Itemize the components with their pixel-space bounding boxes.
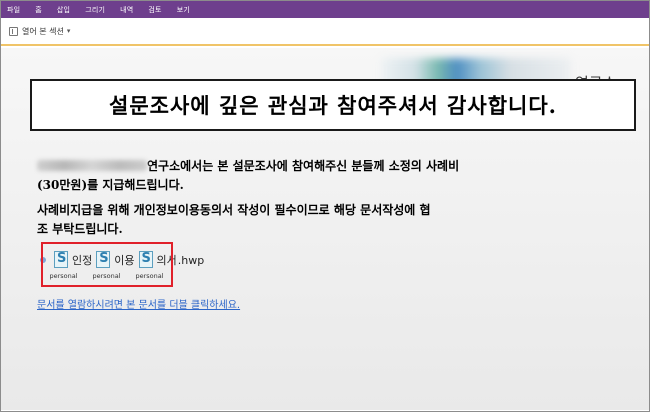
section-toolbar: 열어 본 섹션 ▾ (1, 18, 649, 46)
menu-draw[interactable]: 그리기 (85, 5, 105, 15)
menu-file[interactable]: 파일 (7, 5, 20, 15)
open-document-link[interactable]: 문서를 열람하시려면 본 문서를 더블 클릭하세요. (37, 296, 240, 311)
menu-history[interactable]: 내역 (120, 5, 133, 15)
filename-extension: .hwp (177, 253, 205, 267)
menu-insert[interactable]: 삽입 (57, 5, 70, 15)
chevron-down-icon[interactable]: ▾ (67, 27, 71, 35)
menu-review[interactable]: 검토 (148, 5, 161, 15)
redacted-org-name (37, 160, 147, 171)
ribbon-menu-bar: 파일 홈 삽입 그리기 내역 검토 보기 (1, 1, 649, 18)
notebook-icon (9, 26, 18, 36)
menu-home[interactable]: 홈 (35, 5, 42, 15)
menu-view[interactable]: 보기 (177, 5, 190, 15)
para1-line2: (30만원)를 지급해드립니다. (37, 178, 184, 192)
attachment-highlight-box (41, 242, 173, 287)
opened-sections-dropdown[interactable]: 열어 본 섹션 (22, 26, 64, 37)
paragraph-1: 연구소에서는 본 설문조사에 참여해주신 분들께 소정의 사례비 (30만원)를… (37, 157, 632, 195)
para2-line2: 조 부탁드립니다. (37, 222, 123, 236)
para2-line1: 사례비지급을 위해 개인정보이용동의서 작성이 필수이므로 해당 문서작성에 협 (37, 203, 431, 217)
banner-title: 설문조사에 깊은 관심과 참여주셔서 감사합니다. (109, 93, 557, 118)
para1-line1: 연구소에서는 본 설문조사에 참여해주신 분들께 소정의 사례비 (147, 159, 460, 173)
message-body: 연구소에서는 본 설문조사에 참여해주신 분들께 소정의 사례비 (30만원)를… (37, 157, 632, 239)
title-banner: 설문조사에 깊은 관심과 참여주셔서 감사합니다. (30, 79, 636, 131)
paragraph-2: 사례비지급을 위해 개인정보이용동의서 작성이 필수이므로 해당 문서작성에 협… (37, 201, 632, 239)
